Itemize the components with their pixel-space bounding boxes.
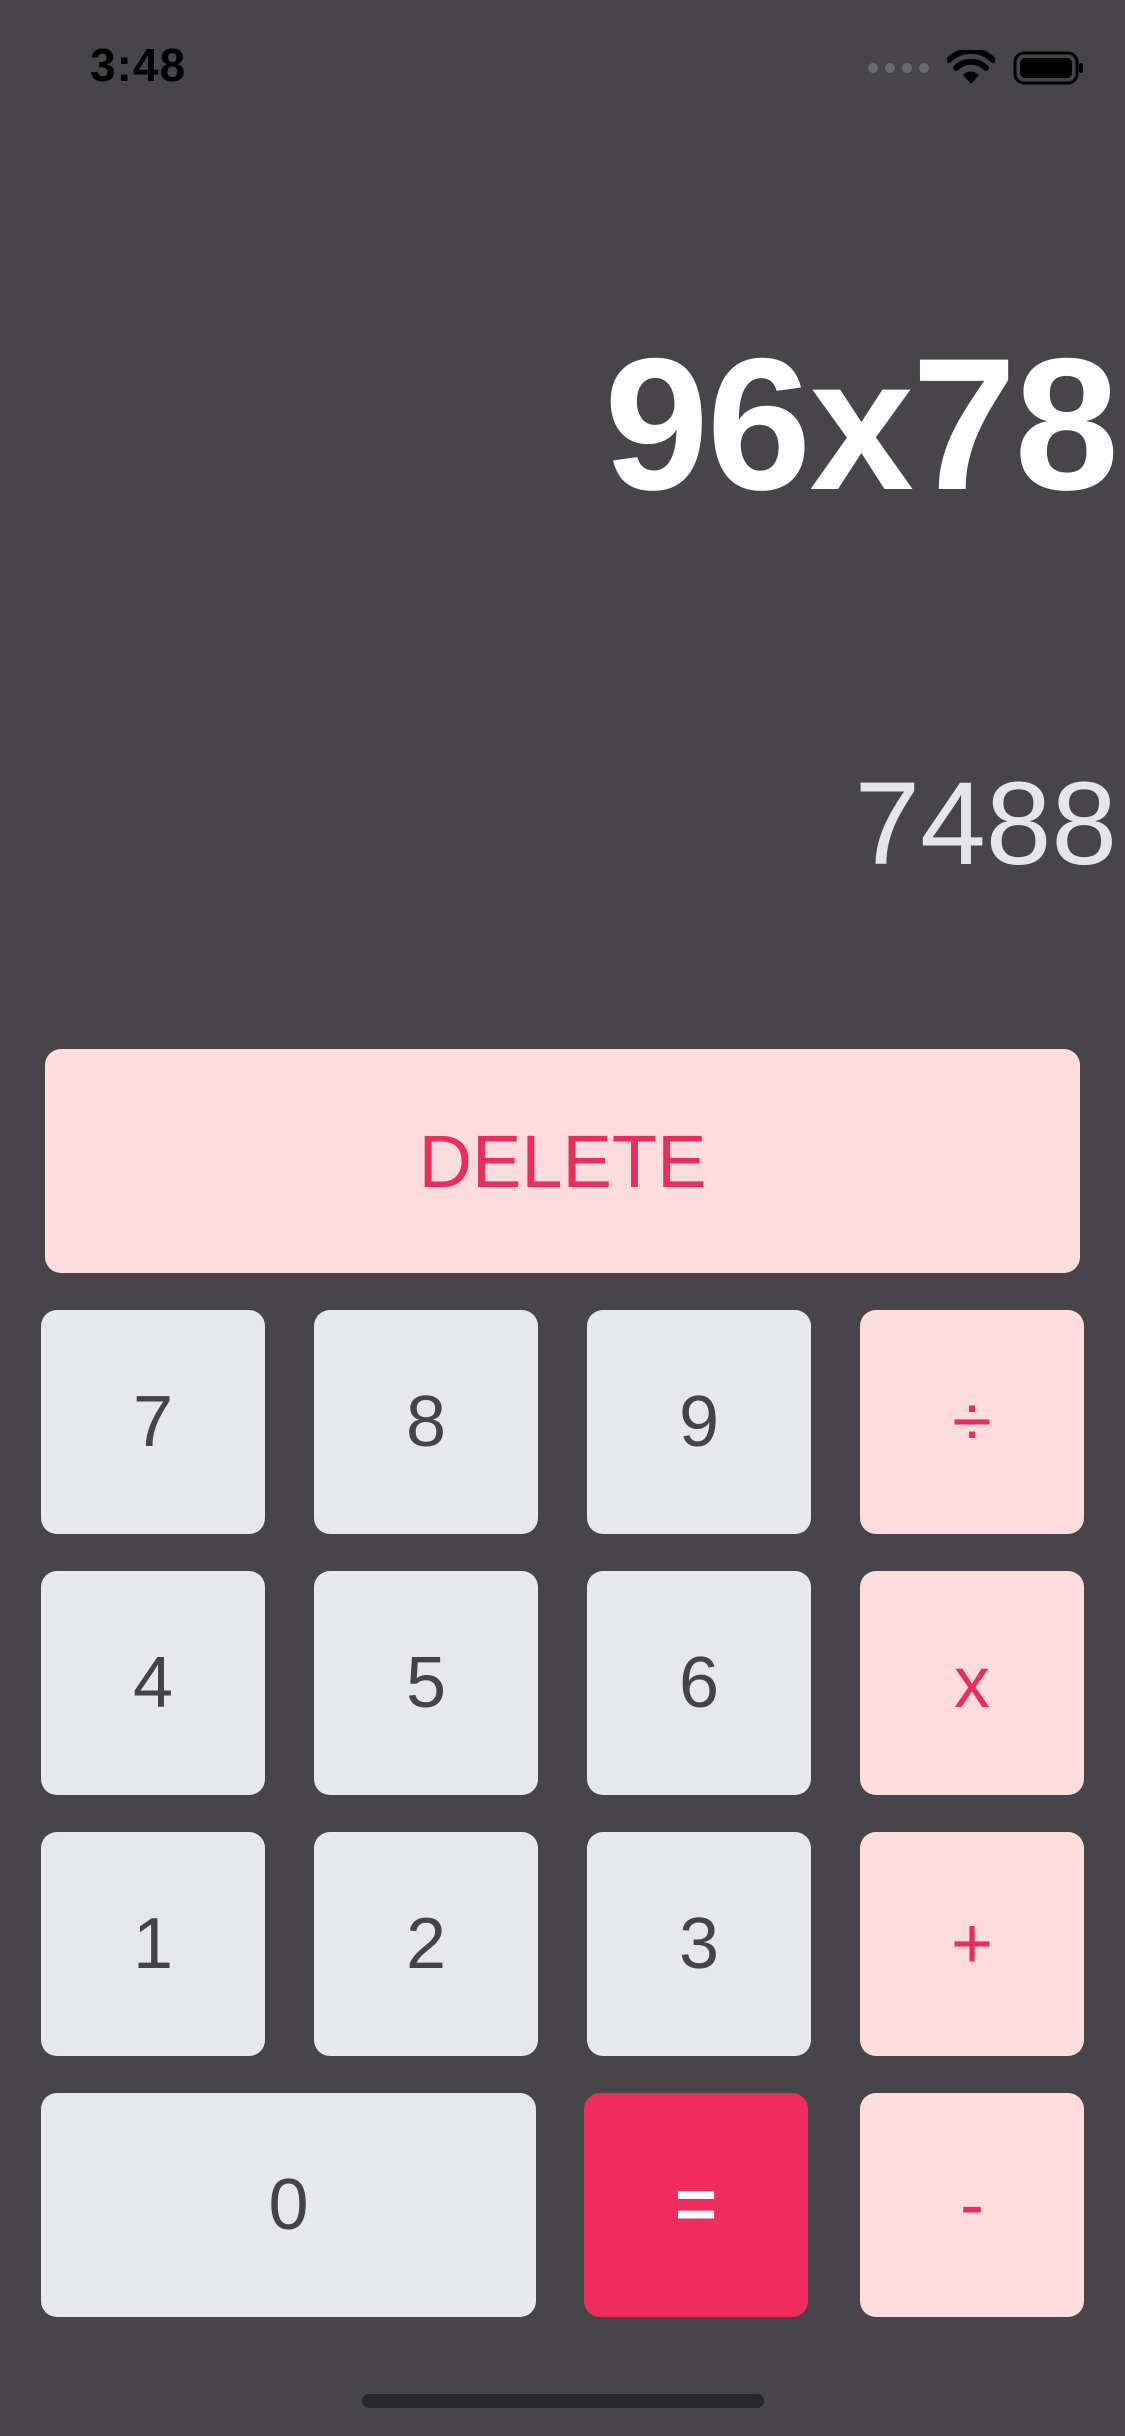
key-6[interactable]: 6 [587,1571,811,1795]
key-8[interactable]: 8 [314,1310,538,1534]
cellular-signal-icon [868,63,929,73]
result-display: 7488 [854,758,1117,890]
multiply-button[interactable]: x [860,1571,1084,1795]
status-time: 3:48 [90,39,187,91]
key-7[interactable]: 7 [41,1310,265,1534]
home-indicator[interactable] [362,2394,764,2408]
equals-button[interactable]: = [584,2093,808,2317]
expression-display: 96x78 [604,319,1119,529]
divide-button[interactable]: ÷ [860,1310,1084,1534]
add-button[interactable]: + [860,1832,1084,2056]
key-5[interactable]: 5 [314,1571,538,1795]
battery-icon [1013,51,1083,85]
key-0[interactable]: 0 [41,2093,536,2317]
key-9[interactable]: 9 [587,1310,811,1534]
key-4[interactable]: 4 [41,1571,265,1795]
delete-button[interactable]: DELETE [45,1049,1080,1273]
calculator-screen: 3:48 96x78 7488 DELETE 7 8 9 ÷ 4 5 6 x 1… [0,0,1125,2436]
key-1[interactable]: 1 [41,1832,265,2056]
key-2[interactable]: 2 [314,1832,538,2056]
key-3[interactable]: 3 [587,1832,811,2056]
status-icons [868,48,1085,88]
wifi-icon [947,50,995,84]
subtract-button[interactable]: - [860,2093,1084,2317]
